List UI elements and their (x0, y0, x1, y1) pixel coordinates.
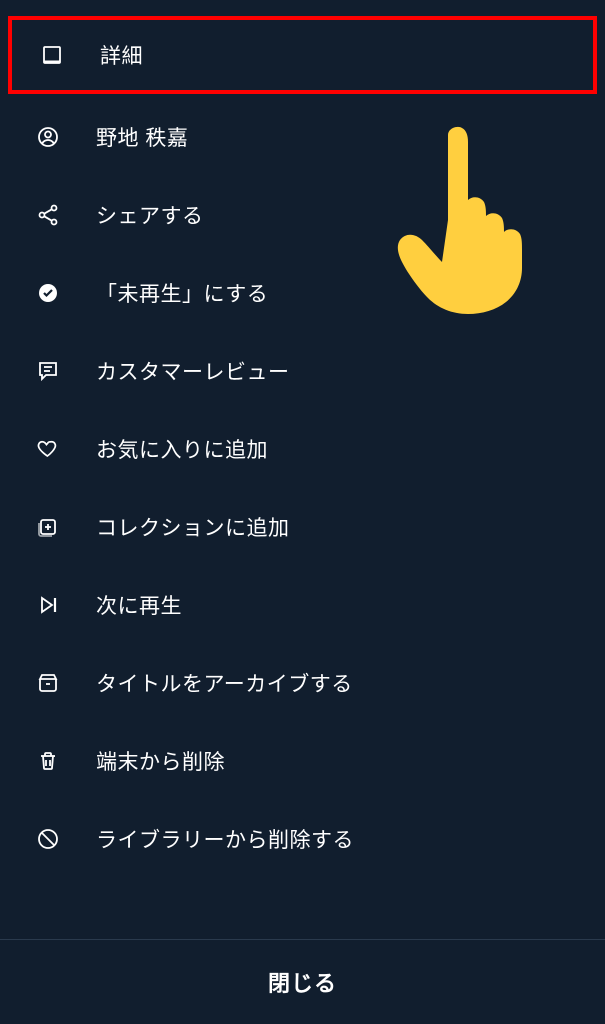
menu-item-share[interactable]: シェアする (0, 176, 605, 254)
menu-item-mark-unplayed[interactable]: 「未再生」にする (0, 254, 605, 332)
close-button-label: 閉じる (268, 971, 337, 996)
menu-item-add-collection[interactable]: コレクションに追加 (0, 488, 605, 566)
heart-icon (36, 437, 60, 461)
review-icon (36, 359, 60, 383)
trash-icon (36, 749, 60, 773)
archive-icon (36, 671, 60, 695)
menu-item-reviews[interactable]: カスタマーレビュー (0, 332, 605, 410)
close-button[interactable]: 閉じる (0, 939, 605, 1024)
menu-item-label: ライブラリーから削除する (96, 824, 354, 854)
menu-item-label: タイトルをアーカイブする (96, 668, 353, 698)
menu-item-label: 次に再生 (96, 590, 182, 620)
menu-item-label: 「未再生」にする (96, 278, 268, 308)
menu-item-delete-device[interactable]: 端末から削除 (0, 722, 605, 800)
menu-item-label: シェアする (96, 200, 204, 230)
menu-item-label: 野地 秩嘉 (96, 122, 188, 152)
menu-item-archive[interactable]: タイトルをアーカイブする (0, 644, 605, 722)
menu-item-label: カスタマーレビュー (96, 356, 290, 386)
menu-item-delete-library[interactable]: ライブラリーから削除する (0, 800, 605, 878)
prohibit-icon (36, 827, 60, 851)
check-circle-icon (36, 281, 60, 305)
menu-item-play-next[interactable]: 次に再生 (0, 566, 605, 644)
menu-item-favorite[interactable]: お気に入りに追加 (0, 410, 605, 488)
menu-item-details[interactable]: 詳細 (8, 16, 597, 94)
share-icon (36, 203, 60, 227)
menu-item-label: お気に入りに追加 (96, 434, 268, 464)
person-icon (36, 125, 60, 149)
context-menu: 詳細 野地 秩嘉 シェアする 「未再生」にする カスタマーレビュー お気に入りに… (0, 0, 605, 878)
collection-add-icon (36, 515, 60, 539)
play-next-icon (36, 593, 60, 617)
menu-item-author[interactable]: 野地 秩嘉 (0, 98, 605, 176)
window-icon (40, 43, 64, 67)
menu-item-label: 詳細 (100, 40, 143, 70)
menu-item-label: コレクションに追加 (96, 512, 290, 542)
menu-item-label: 端末から削除 (96, 746, 225, 776)
